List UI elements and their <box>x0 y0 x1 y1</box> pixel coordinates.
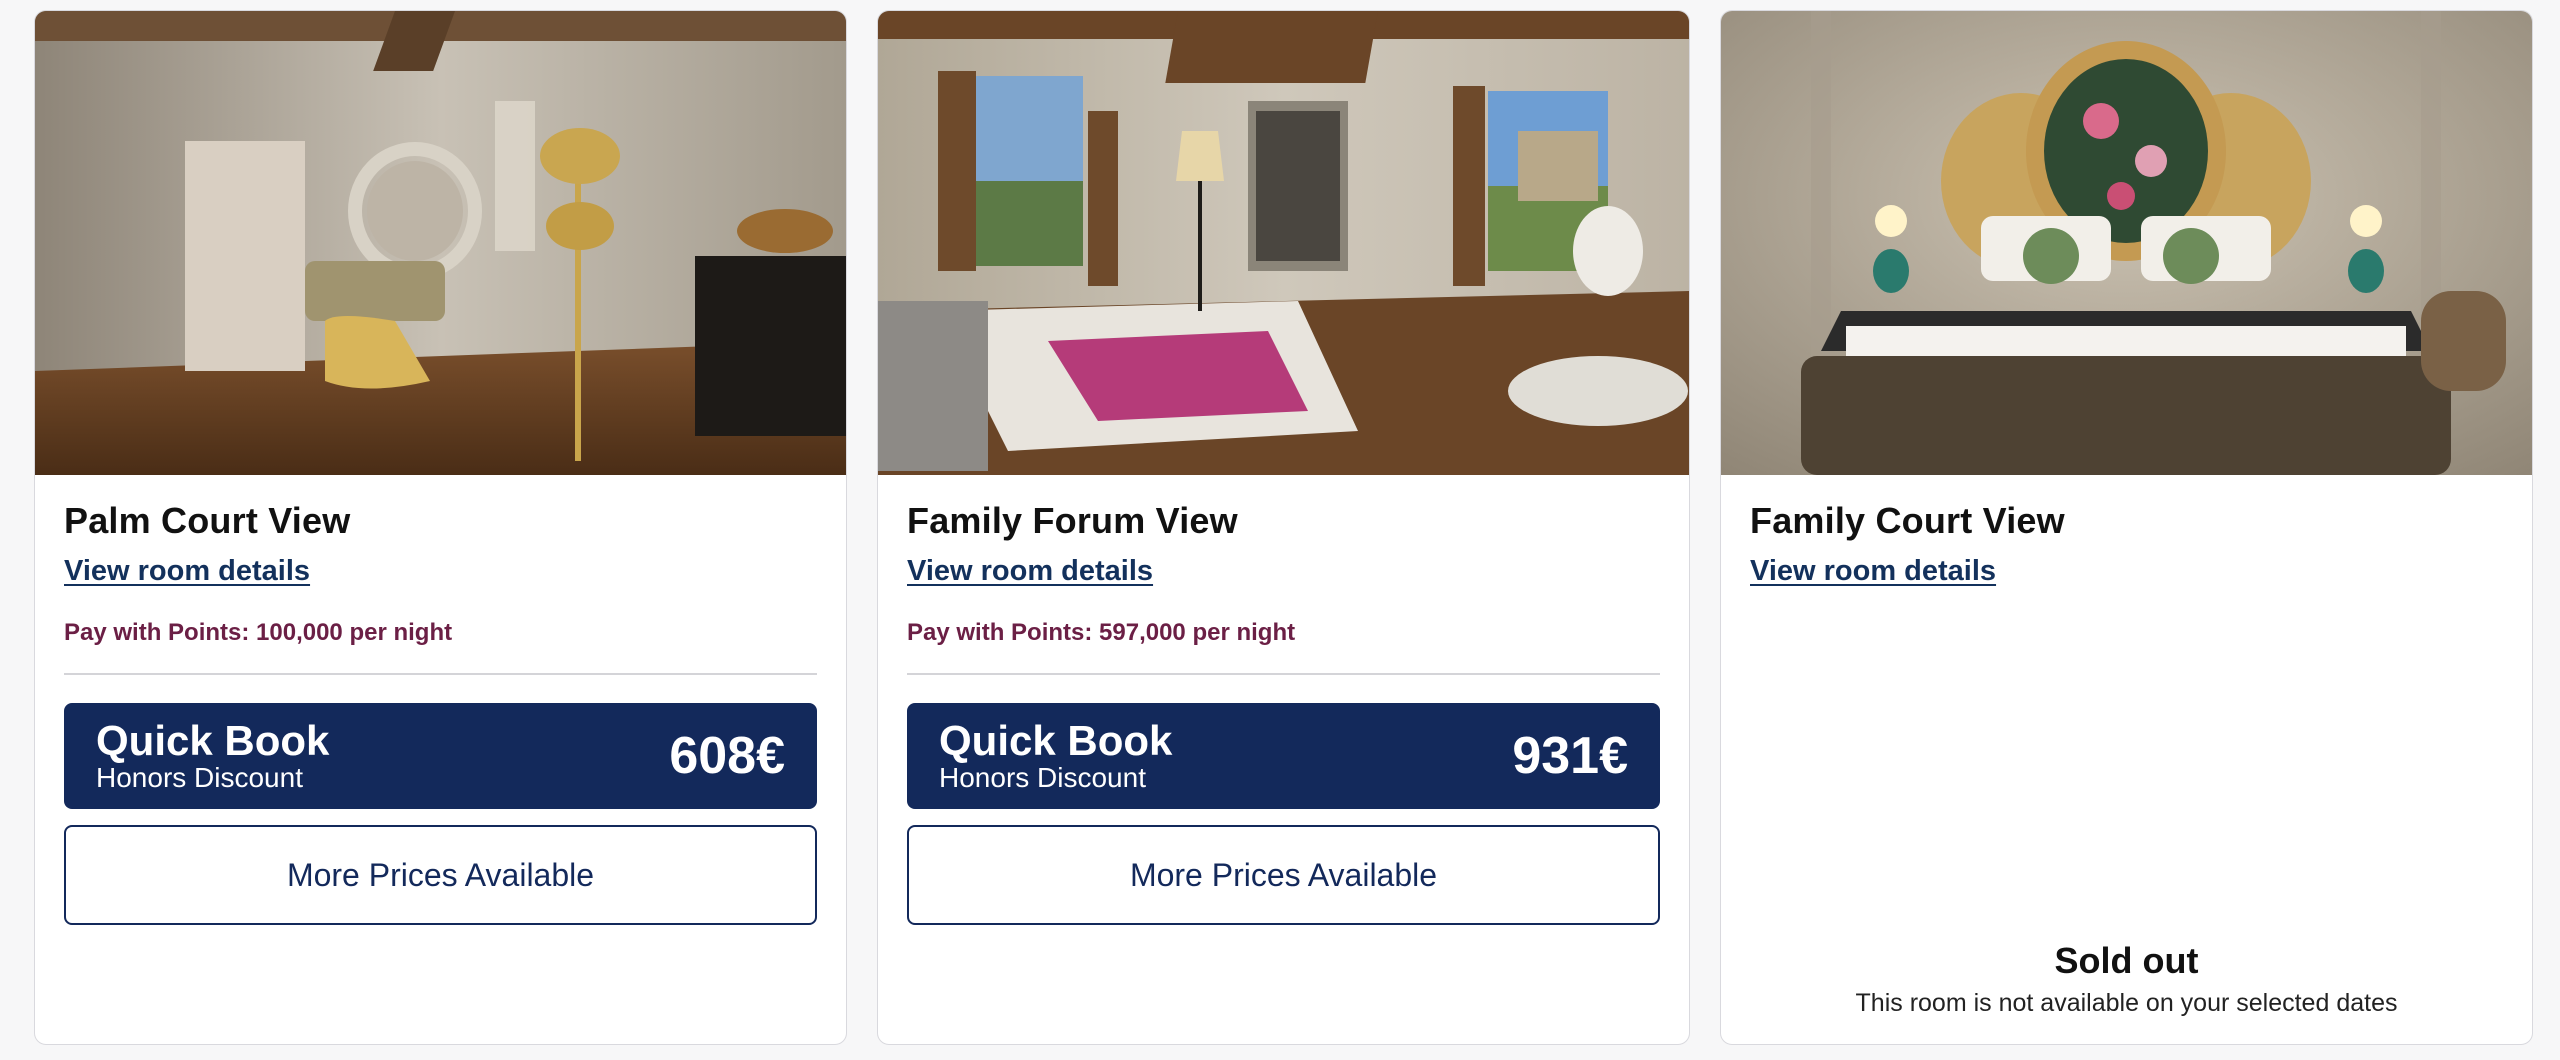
sold-out-notice: Sold out This room is not available on y… <box>1721 939 2532 1018</box>
quick-book-title: Quick Book <box>939 717 1173 764</box>
room-card-family-forum: Family Forum View View room details Pay … <box>877 10 1690 1045</box>
view-room-details-link[interactable]: View room details <box>64 551 310 591</box>
quick-book-button[interactable]: Quick Book Honors Discount 931€ <box>907 703 1660 809</box>
view-room-details-link[interactable]: View room details <box>1750 551 1996 591</box>
divider <box>64 673 817 675</box>
room-photo[interactable] <box>35 11 846 475</box>
room-title: Family Forum View <box>907 500 1238 541</box>
points-price: Pay with Points: 597,000 per night <box>907 619 1296 646</box>
quick-book-labels: Quick Book Honors Discount <box>96 719 329 793</box>
divider <box>907 673 1660 675</box>
quick-book-rate-name: Honors Discount <box>939 762 1146 793</box>
room-photo-family-forum <box>878 11 1689 475</box>
room-card-body: Family Forum View View room details Pay … <box>878 475 1689 925</box>
room-photo[interactable] <box>878 11 1689 475</box>
room-title: Palm Court View <box>64 500 351 541</box>
room-card-palm-court: Palm Court View View room details Pay wi… <box>34 10 847 1045</box>
room-photo-palm-court <box>35 11 846 475</box>
points-price: Pay with Points: 100,000 per night <box>64 619 453 646</box>
more-prices-button[interactable]: More Prices Available <box>907 825 1660 925</box>
room-photo[interactable] <box>1721 11 2532 475</box>
room-card-family-court: Family Court View View room details Sold… <box>1720 10 2533 1045</box>
quick-book-title: Quick Book <box>96 717 330 764</box>
room-card-body: Family Court View View room details <box>1721 475 2532 591</box>
view-room-details-link[interactable]: View room details <box>907 551 1153 591</box>
quick-book-button[interactable]: Quick Book Honors Discount 608€ <box>64 703 817 809</box>
quick-book-price: 608€ <box>669 727 785 785</box>
quick-book-rate-name: Honors Discount <box>96 762 303 793</box>
quick-book-price: 931€ <box>1512 727 1628 785</box>
room-photo-family-court <box>1721 11 2532 475</box>
room-card-body: Palm Court View View room details Pay wi… <box>35 475 846 925</box>
quick-book-labels: Quick Book Honors Discount <box>939 719 1172 793</box>
sold-out-title: Sold out <box>2054 940 2199 981</box>
room-title: Family Court View <box>1750 500 2065 541</box>
room-grid: Palm Court View View room details Pay wi… <box>34 10 2533 1045</box>
sold-out-message: This room is not available on your selec… <box>1855 989 2398 1017</box>
more-prices-button[interactable]: More Prices Available <box>64 825 817 925</box>
